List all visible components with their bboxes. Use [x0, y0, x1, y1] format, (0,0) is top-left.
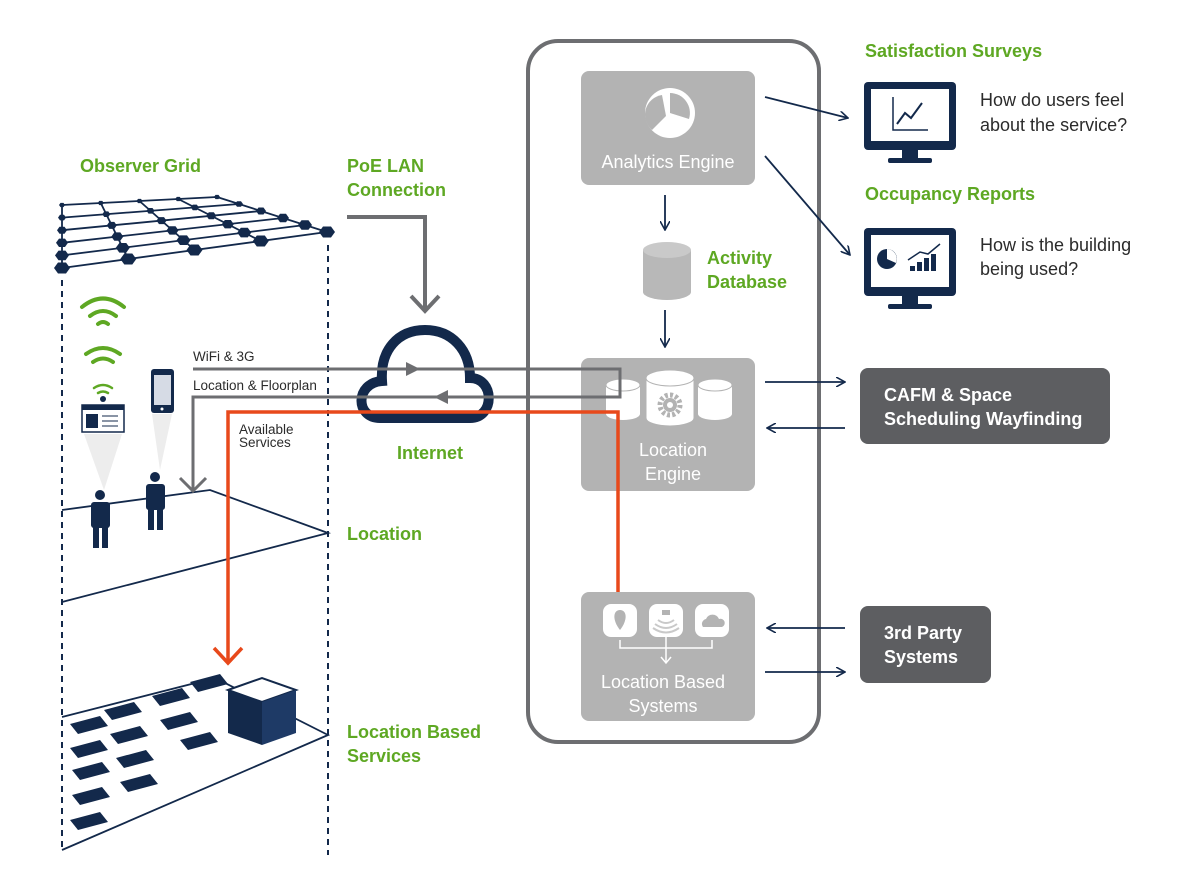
- badge-icon: [81, 396, 125, 433]
- desks: [70, 674, 228, 830]
- desk: [190, 674, 228, 692]
- activity-database-label-2: Database: [707, 272, 787, 292]
- diagram: Analytics Engine Activity Database Locat…: [54, 39, 1131, 855]
- satisfaction-text-1: How do users feel: [980, 90, 1124, 110]
- third-party-label-1: 3rd Party: [884, 623, 962, 643]
- third-party-box: 3rd Party Systems: [860, 606, 991, 683]
- monitor-chart-icon: [864, 82, 956, 163]
- location-engine-label-2: Engine: [645, 464, 701, 484]
- cafm-label-2: Scheduling Wayfinding: [884, 409, 1082, 429]
- internet-label: Internet: [397, 443, 463, 463]
- poe-lan-label-2: Connection: [347, 180, 446, 200]
- sensor-node: [115, 243, 130, 253]
- sensor-node: [111, 232, 124, 241]
- location-engine-label-1: Location: [639, 440, 707, 460]
- phone-icon: [151, 369, 174, 413]
- sensor-node: [57, 226, 67, 234]
- floorplan-arrowhead: [434, 390, 448, 404]
- room-box: [224, 676, 300, 745]
- location-based-systems-box: Location Based Systems: [581, 592, 755, 721]
- poe-lan-label-1: PoE LAN: [347, 156, 424, 176]
- arrow-to-surveys: [764, 96, 848, 118]
- sensor-node: [58, 214, 66, 221]
- desk: [152, 688, 190, 706]
- desk: [72, 787, 110, 805]
- lbs-services-label-1: Location Based: [347, 722, 481, 742]
- person-icon: [91, 490, 110, 548]
- occupancy-text-1: How is the building: [980, 235, 1131, 255]
- arrow-to-reports: [764, 155, 850, 255]
- lbs-label-2: Systems: [628, 696, 697, 716]
- wifi-arrowhead: [406, 362, 420, 376]
- sensor-node: [54, 262, 70, 274]
- desk: [70, 740, 108, 758]
- desk: [110, 726, 148, 744]
- desk: [70, 716, 108, 734]
- desk: [72, 762, 110, 780]
- sensor-node: [319, 226, 335, 238]
- observer-grid: [54, 194, 335, 274]
- sensor-node: [277, 213, 289, 223]
- wifi-3g-label: WiFi & 3G: [193, 349, 255, 364]
- desk: [180, 732, 218, 750]
- satisfaction-text-2: about the service?: [980, 115, 1127, 135]
- sensor-node: [97, 200, 104, 206]
- location-floorplan-label: Location & Floorplan: [193, 378, 317, 393]
- sensor-node: [256, 207, 266, 215]
- sensor-node: [120, 253, 137, 265]
- desk: [116, 750, 154, 768]
- cafm-label-1: CAFM & Space: [884, 385, 1012, 405]
- activity-database-label-1: Activity: [707, 248, 772, 268]
- location-label: Location: [347, 524, 422, 544]
- wifi-icon: [80, 296, 126, 395]
- sensor-node: [252, 235, 269, 247]
- badge-beam: [84, 434, 122, 490]
- gear-icon: [657, 392, 683, 418]
- occupancy-text-2: being used?: [980, 259, 1078, 279]
- sensor-node: [56, 238, 68, 247]
- available-services-label-2: Services: [239, 435, 291, 450]
- third-party-label-2: Systems: [884, 647, 958, 667]
- sensor-node: [298, 220, 312, 230]
- monitor-report-icon: [864, 228, 956, 309]
- sensor-node: [102, 211, 111, 217]
- desk: [160, 712, 198, 730]
- database-icon: [643, 242, 691, 300]
- analytics-engine-label: Analytics Engine: [601, 152, 734, 172]
- phone-beam: [152, 414, 172, 470]
- occupancy-reports-title: Occupancy Reports: [865, 184, 1035, 204]
- lbs-label-1: Location Based: [601, 672, 725, 692]
- sensor-node: [59, 202, 65, 208]
- sensor-node: [55, 250, 69, 261]
- cafm-box: CAFM & Space Scheduling Wayfinding: [860, 368, 1110, 444]
- sensor-node: [106, 221, 117, 229]
- analytics-engine-box: Analytics Engine: [581, 71, 755, 185]
- person-icon: [146, 472, 165, 530]
- internet-cloud-icon: [356, 324, 494, 423]
- satisfaction-surveys-title: Satisfaction Surveys: [865, 41, 1042, 61]
- sensor-node: [235, 201, 243, 207]
- location-engine-box: Location Engine: [581, 358, 755, 491]
- observer-grid-label: Observer Grid: [80, 156, 201, 176]
- desk: [120, 774, 158, 792]
- desk: [70, 812, 108, 830]
- pie-chart-icon: [644, 88, 695, 138]
- lbs-services-label-2: Services: [347, 746, 421, 766]
